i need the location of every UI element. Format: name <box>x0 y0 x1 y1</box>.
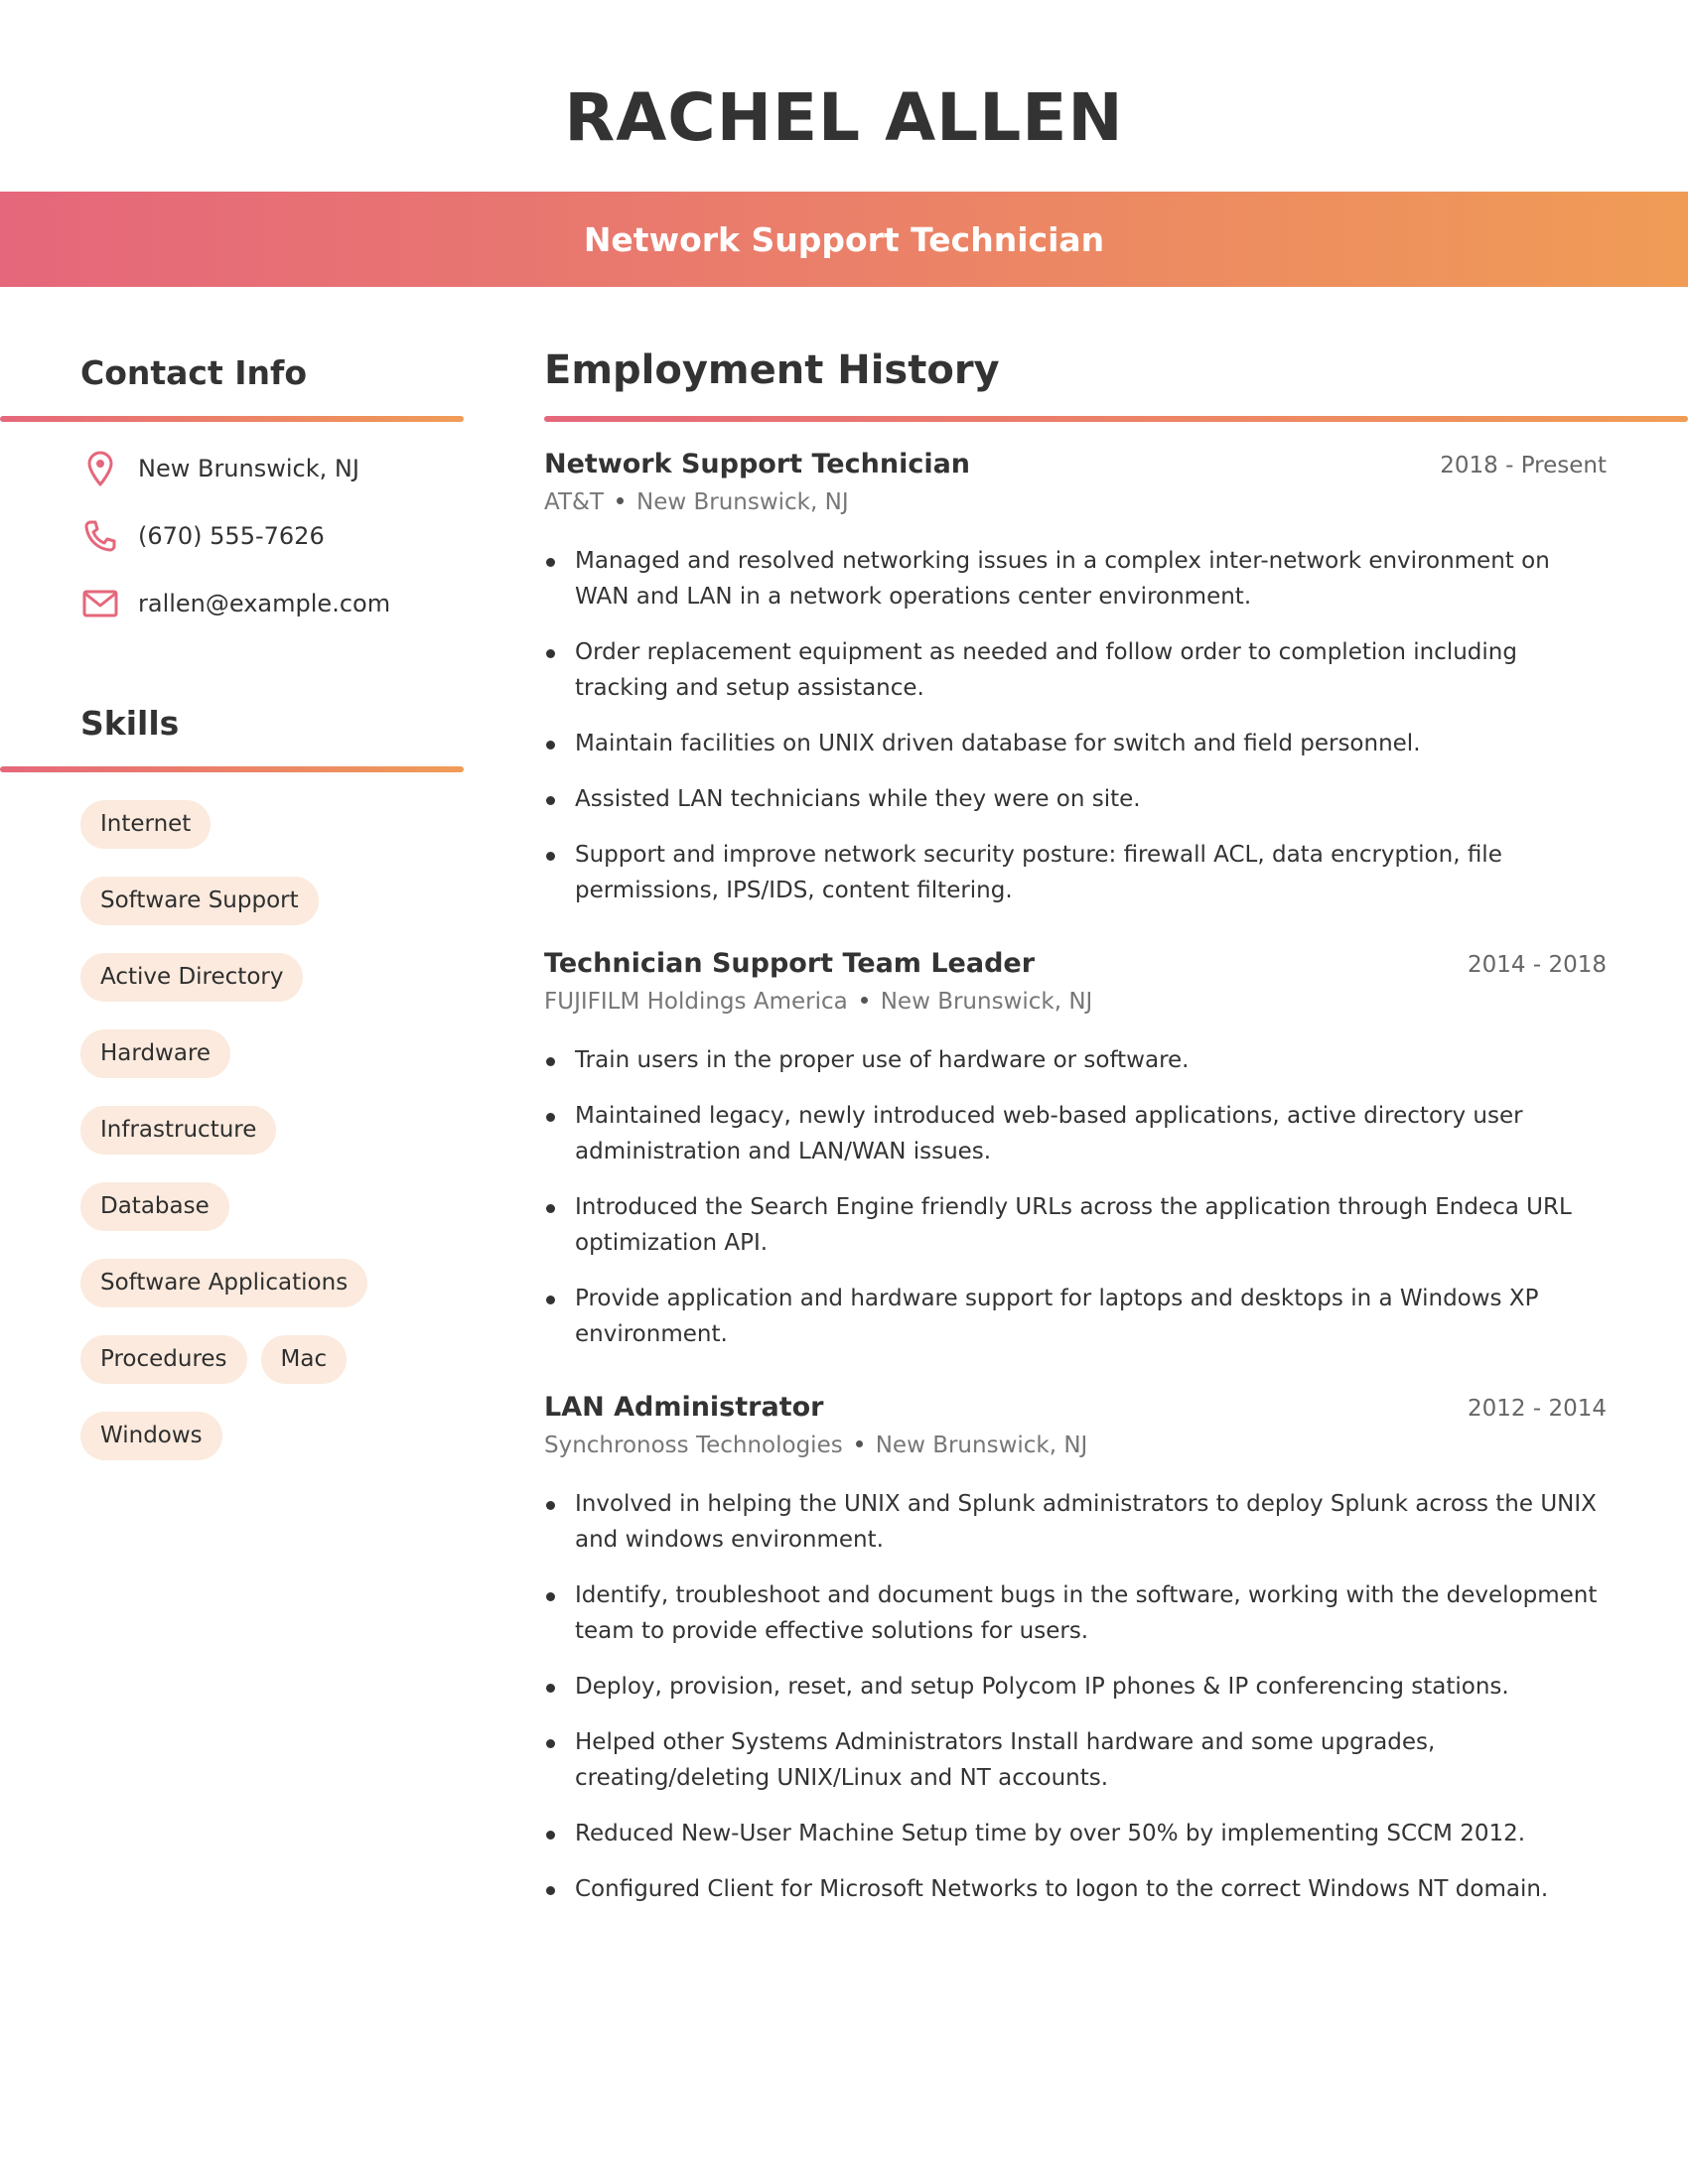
job-title: Technician Support Team Leader <box>544 948 1036 979</box>
skill-chip: Active Directory <box>80 953 304 1002</box>
job-bullet: Provide application and hardware support… <box>544 1281 1607 1352</box>
contact-email[interactable]: rallen@example.com <box>80 584 390 623</box>
skill-chip: Hardware <box>80 1029 231 1078</box>
employment-divider <box>544 416 1688 422</box>
job-bullet: Support and improve network security pos… <box>544 837 1607 908</box>
separator-dot <box>855 1440 863 1447</box>
skills-divider <box>0 766 464 772</box>
job-bullet: Maintained legacy, newly introduced web-… <box>544 1098 1607 1169</box>
candidate-name: RACHEL ALLEN <box>564 79 1124 156</box>
separator-dot <box>616 497 624 504</box>
job-bullet: Reduced New-User Machine Setup time by o… <box>544 1816 1607 1851</box>
job-bullets: Involved in helping the UNIX and Splunk … <box>544 1486 1607 1907</box>
phone-text[interactable]: (670) 555-7626 <box>138 522 325 550</box>
job-bullet: Configured Client for Microsoft Networks… <box>544 1871 1607 1907</box>
job-location: New Brunswick, NJ <box>880 989 1093 1015</box>
skill-chip: Software Support <box>80 877 319 925</box>
employment-history-heading: Employment History <box>544 347 1000 393</box>
job-bullet: Deploy, provision, reset, and setup Poly… <box>544 1669 1607 1705</box>
phone-icon <box>80 516 120 556</box>
job-entry: LAN Administrator 2012 - 2014 Synchronos… <box>544 1392 1607 1927</box>
skill-chip: Internet <box>80 800 211 849</box>
job-location: New Brunswick, NJ <box>635 489 849 515</box>
skill-chip: Software Applications <box>80 1259 368 1307</box>
skill-chip: Mac <box>260 1335 348 1384</box>
job-bullet: Helped other Systems Administrators Inst… <box>544 1724 1607 1796</box>
job-bullets: Managed and resolved networking issues i… <box>544 543 1607 908</box>
company-name: FUJIFILM Holdings America <box>544 989 848 1015</box>
job-entry: Network Support Technician 2018 - Presen… <box>544 449 1607 928</box>
job-title-headline: Network Support Technician <box>583 219 1105 259</box>
job-employer-line: FUJIFILM Holdings America New Brunswick, … <box>544 989 1607 1015</box>
job-dates: 2012 - 2014 <box>1468 1396 1607 1422</box>
title-banner: Network Support Technician <box>0 192 1688 287</box>
job-dates: 2018 - Present <box>1440 453 1607 478</box>
job-bullet: Assisted LAN technicians while they were… <box>544 781 1607 817</box>
company-name: Synchronoss Technologies <box>544 1433 843 1458</box>
location-pin-icon <box>80 449 120 488</box>
separator-dot <box>860 997 868 1004</box>
contact-info-heading: Contact Info <box>80 353 308 392</box>
skill-chip: Procedures <box>80 1335 247 1384</box>
job-dates: 2014 - 2018 <box>1468 952 1607 978</box>
job-entry: Technician Support Team Leader 2014 - 20… <box>544 948 1607 1372</box>
email-text[interactable]: rallen@example.com <box>138 590 390 617</box>
job-employer-line: Synchronoss Technologies New Brunswick, N… <box>544 1433 1607 1458</box>
job-bullet: Involved in helping the UNIX and Splunk … <box>544 1486 1607 1558</box>
contact-phone[interactable]: (670) 555-7626 <box>80 516 325 556</box>
job-bullet: Managed and resolved networking issues i… <box>544 543 1607 614</box>
email-icon <box>80 584 120 623</box>
job-bullet: Identify, troubleshoot and document bugs… <box>544 1577 1607 1649</box>
job-bullets: Train users in the proper use of hardwar… <box>544 1042 1607 1352</box>
job-location: New Brunswick, NJ <box>875 1433 1088 1458</box>
company-name: AT&T <box>544 489 604 515</box>
job-bullet: Train users in the proper use of hardwar… <box>544 1042 1607 1078</box>
job-bullet: Introduced the Search Engine friendly UR… <box>544 1189 1607 1261</box>
job-bullet: Maintain facilities on UNIX driven datab… <box>544 726 1607 761</box>
skill-chip: Infrastructure <box>80 1106 277 1155</box>
skills-list: Internet Software Support Active Directo… <box>80 800 458 1460</box>
contact-divider <box>0 416 464 422</box>
skill-chip: Database <box>80 1182 229 1231</box>
skill-chip: Windows <box>80 1412 222 1460</box>
job-title: LAN Administrator <box>544 1392 824 1423</box>
job-employer-line: AT&T New Brunswick, NJ <box>544 489 1607 515</box>
job-bullet: Order replacement equipment as needed an… <box>544 634 1607 706</box>
job-title: Network Support Technician <box>544 449 971 479</box>
location-text: New Brunswick, NJ <box>138 455 359 482</box>
contact-location: New Brunswick, NJ <box>80 449 359 488</box>
skills-heading: Skills <box>80 704 180 743</box>
